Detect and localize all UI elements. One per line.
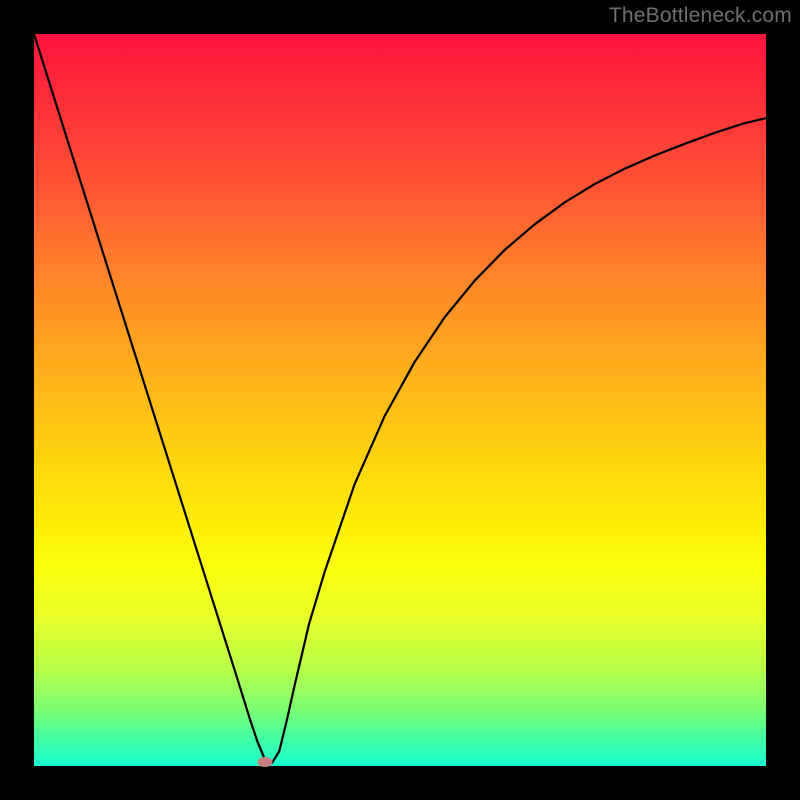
plot-area [34,34,766,766]
chart-frame: TheBottleneck.com [0,0,800,800]
minimum-marker [257,757,272,767]
bottleneck-curve [34,34,766,766]
watermark-text: TheBottleneck.com [609,4,792,28]
